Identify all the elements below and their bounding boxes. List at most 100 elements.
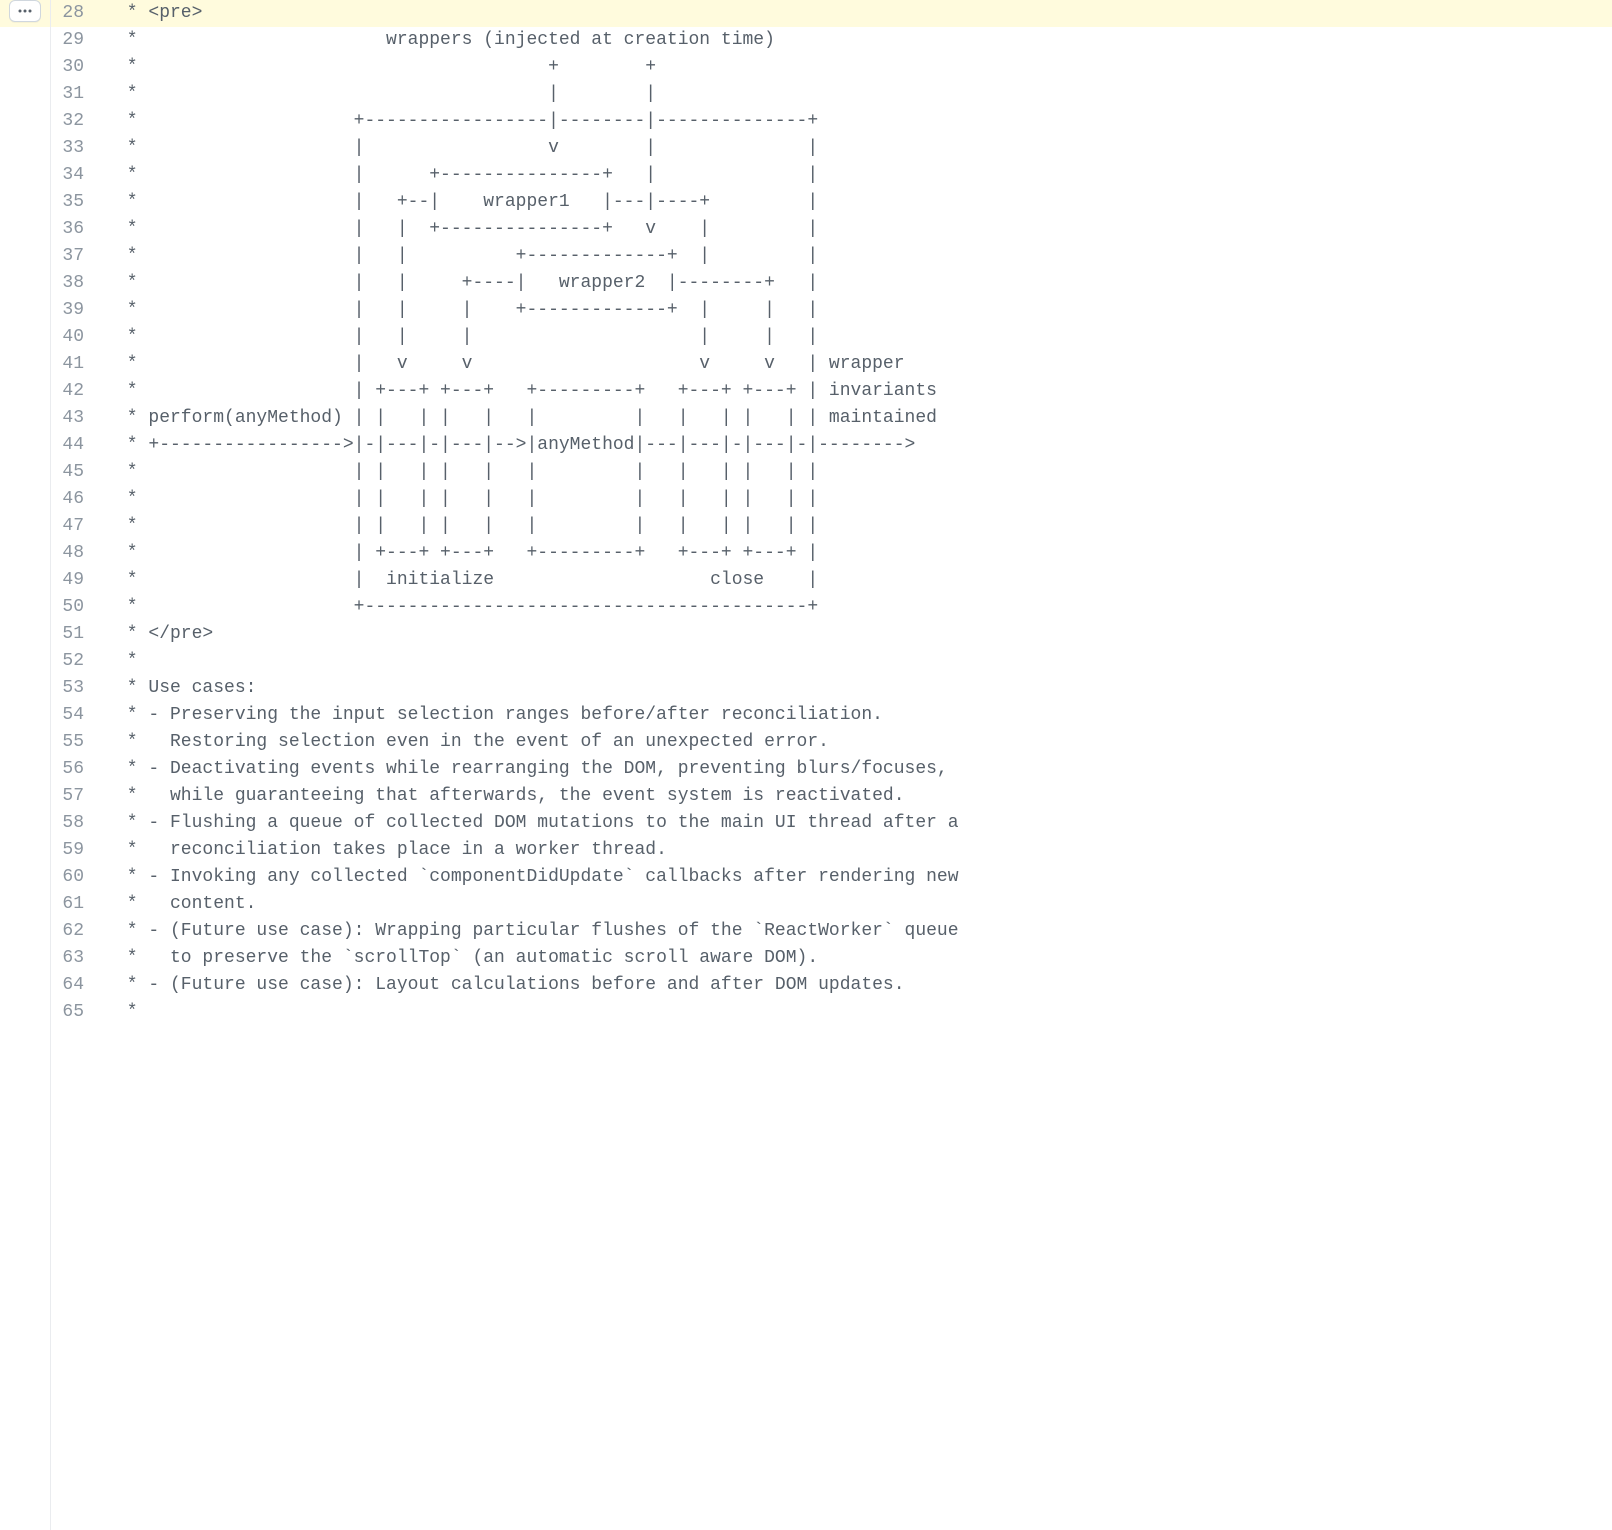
- code-content: * | |: [100, 81, 1612, 108]
- line-number[interactable]: 62: [50, 918, 100, 945]
- code-content: * +-------------------------------------…: [100, 594, 1612, 621]
- code-line: 55 * Restoring selection even in the eve…: [0, 729, 1612, 756]
- line-number[interactable]: 48: [50, 540, 100, 567]
- line-number[interactable]: 58: [50, 810, 100, 837]
- code-content: * - Invoking any collected `componentDid…: [100, 864, 1612, 891]
- line-number[interactable]: 39: [50, 297, 100, 324]
- kebab-horizontal-icon: [17, 3, 33, 19]
- line-number[interactable]: 50: [50, 594, 100, 621]
- code-line: 28 * <pre>: [0, 0, 1612, 27]
- code-content: * | v | |: [100, 135, 1612, 162]
- code-line: 46 * | | | | | | | | | | | |: [0, 486, 1612, 513]
- code-content: *: [100, 999, 1612, 1026]
- line-number[interactable]: 36: [50, 216, 100, 243]
- code-line: 35 * | +--| wrapper1 |---|----+ |: [0, 189, 1612, 216]
- code-line: 39 * | | | +-------------+ | | |: [0, 297, 1612, 324]
- code-content: * while guaranteeing that afterwards, th…: [100, 783, 1612, 810]
- line-number[interactable]: 47: [50, 513, 100, 540]
- line-number[interactable]: 52: [50, 648, 100, 675]
- line-more-button[interactable]: [9, 0, 41, 22]
- line-number[interactable]: 65: [50, 999, 100, 1026]
- code-line: 59 * reconciliation takes place in a wor…: [0, 837, 1612, 864]
- code-content: * - Deactivating events while rearrangin…: [100, 756, 1612, 783]
- code-line: 60 * - Invoking any collected `component…: [0, 864, 1612, 891]
- line-number[interactable]: 42: [50, 378, 100, 405]
- code-content: * wrappers (injected at creation time): [100, 27, 1612, 54]
- code-content: * +-----------------|--------|----------…: [100, 108, 1612, 135]
- line-number[interactable]: 45: [50, 459, 100, 486]
- code-line: 31 * | |: [0, 81, 1612, 108]
- line-number[interactable]: 34: [50, 162, 100, 189]
- code-content: * | | +-------------+ | |: [100, 243, 1612, 270]
- code-content: * | +--| wrapper1 |---|----+ |: [100, 189, 1612, 216]
- code-content: * - Flushing a queue of collected DOM mu…: [100, 810, 1612, 837]
- line-number[interactable]: 53: [50, 675, 100, 702]
- code-line: 52 *: [0, 648, 1612, 675]
- line-number[interactable]: 44: [50, 432, 100, 459]
- line-number[interactable]: 61: [50, 891, 100, 918]
- line-number[interactable]: 35: [50, 189, 100, 216]
- line-number[interactable]: 56: [50, 756, 100, 783]
- code-line: 36 * | | +---------------+ v | |: [0, 216, 1612, 243]
- code-line: 53 * Use cases:: [0, 675, 1612, 702]
- code-line: 62 * - (Future use case): Wrapping parti…: [0, 918, 1612, 945]
- code-listing: 28 * <pre>29 * wrappers (injected at cre…: [0, 0, 1612, 1026]
- code-content: * reconciliation takes place in a worker…: [100, 837, 1612, 864]
- code-content: * Use cases:: [100, 675, 1612, 702]
- line-number[interactable]: 28: [50, 0, 100, 27]
- line-number[interactable]: 49: [50, 567, 100, 594]
- code-content: * | +---+ +---+ +---------+ +---+ +---+ …: [100, 540, 1612, 567]
- code-line: 56 * - Deactivating events while rearran…: [0, 756, 1612, 783]
- code-line: 43 * perform(anyMethod) | | | | | | | | …: [0, 405, 1612, 432]
- line-number[interactable]: 46: [50, 486, 100, 513]
- code-line: 65 *: [0, 999, 1612, 1026]
- code-line: 37 * | | +-------------+ | |: [0, 243, 1612, 270]
- line-number[interactable]: 57: [50, 783, 100, 810]
- code-content: * | | | | | | | | | | | |: [100, 459, 1612, 486]
- line-number[interactable]: 63: [50, 945, 100, 972]
- code-content: * - (Future use case): Wrapping particul…: [100, 918, 1612, 945]
- code-content: * | initialize close |: [100, 567, 1612, 594]
- code-content: *: [100, 648, 1612, 675]
- code-content: * + +: [100, 54, 1612, 81]
- line-number[interactable]: 60: [50, 864, 100, 891]
- line-number[interactable]: 30: [50, 54, 100, 81]
- code-line: 57 * while guaranteeing that afterwards,…: [0, 783, 1612, 810]
- code-content: * | v v v v | wrapper: [100, 351, 1612, 378]
- line-number[interactable]: 41: [50, 351, 100, 378]
- code-content: * | | | | | | | | | | | |: [100, 513, 1612, 540]
- code-line: 58 * - Flushing a queue of collected DOM…: [0, 810, 1612, 837]
- code-line: 61 * content.: [0, 891, 1612, 918]
- code-line: 63 * to preserve the `scrollTop` (an aut…: [0, 945, 1612, 972]
- line-number[interactable]: 43: [50, 405, 100, 432]
- code-line: 42 * | +---+ +---+ +---------+ +---+ +--…: [0, 378, 1612, 405]
- code-content: * perform(anyMethod) | | | | | | | | | |…: [100, 405, 1612, 432]
- code-line: 34 * | +---------------+ | |: [0, 162, 1612, 189]
- line-number[interactable]: 64: [50, 972, 100, 999]
- code-line: 29 * wrappers (injected at creation time…: [0, 27, 1612, 54]
- code-line: 40 * | | | | | |: [0, 324, 1612, 351]
- code-content: * +----------------->|-|---|-|---|-->|an…: [100, 432, 1612, 459]
- line-number[interactable]: 38: [50, 270, 100, 297]
- code-line: 48 * | +---+ +---+ +---------+ +---+ +--…: [0, 540, 1612, 567]
- line-number[interactable]: 37: [50, 243, 100, 270]
- code-content: * | +---+ +---+ +---------+ +---+ +---+ …: [100, 378, 1612, 405]
- line-number[interactable]: 51: [50, 621, 100, 648]
- code-line: 38 * | | +----| wrapper2 |--------+ |: [0, 270, 1612, 297]
- line-number[interactable]: 55: [50, 729, 100, 756]
- code-line: 30 * + +: [0, 54, 1612, 81]
- line-number[interactable]: 59: [50, 837, 100, 864]
- line-number[interactable]: 29: [50, 27, 100, 54]
- line-number[interactable]: 33: [50, 135, 100, 162]
- code-content: * - Preserving the input selection range…: [100, 702, 1612, 729]
- line-number[interactable]: 40: [50, 324, 100, 351]
- code-content: * | | | | | | | | | | | |: [100, 486, 1612, 513]
- code-content: * - (Future use case): Layout calculatio…: [100, 972, 1612, 999]
- line-number[interactable]: 32: [50, 108, 100, 135]
- code-line: 45 * | | | | | | | | | | | |: [0, 459, 1612, 486]
- code-content: * | | +---------------+ v | |: [100, 216, 1612, 243]
- line-number[interactable]: 54: [50, 702, 100, 729]
- code-content: * Restoring selection even in the event …: [100, 729, 1612, 756]
- line-number[interactable]: 31: [50, 81, 100, 108]
- code-line: 44 * +----------------->|-|---|-|---|-->…: [0, 432, 1612, 459]
